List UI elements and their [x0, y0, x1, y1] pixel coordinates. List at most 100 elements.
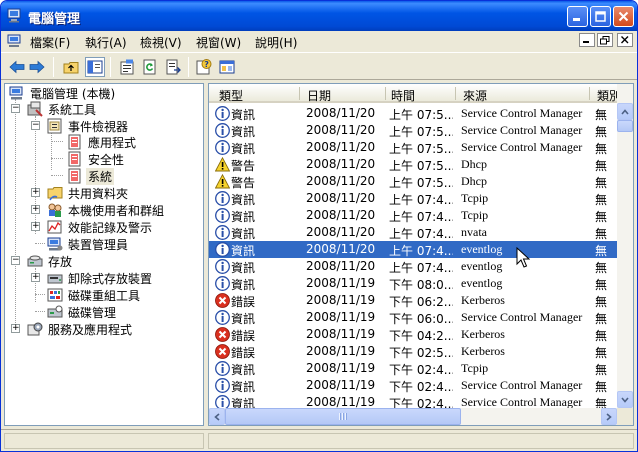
column-header-date[interactable]: 日期	[307, 87, 331, 104]
tree-label: 本機使用者和群組	[68, 203, 165, 218]
tree-item-shared-folders[interactable]: 共用資料夾	[47, 185, 130, 201]
tree-item-removable-storage[interactable]: 卸除式存放裝置	[47, 270, 154, 286]
table-row[interactable]: 資訊 2008/11/20 上午 07:4... nvata 無	[209, 224, 617, 241]
table-row[interactable]: 資訊 2008/11/20 上午 07:4... Tcpip 無	[209, 207, 617, 224]
event-date: 2008/11/19	[306, 293, 376, 307]
horizontal-scrollbar[interactable]	[209, 408, 617, 425]
expand-toggle[interactable]: +	[31, 188, 40, 197]
menu-file[interactable]: 檔案(F)	[30, 34, 70, 51]
column-header-source[interactable]: 來源	[463, 87, 487, 104]
tree-item-performance-logs-alerts[interactable]: 效能記錄及警示	[47, 219, 154, 235]
menu-window[interactable]: 視窗(W)	[196, 34, 241, 51]
computer-management-small-icon[interactable]	[7, 34, 23, 48]
tree-label: 事件檢視器	[68, 119, 129, 134]
table-row[interactable]: 資訊 2008/11/19 下午 02:4... Service Control Ma…	[209, 377, 617, 394]
collapse-toggle[interactable]: −	[11, 104, 20, 113]
column-divider[interactable]	[385, 87, 386, 100]
scroll-up-button[interactable]	[617, 103, 633, 120]
column-divider[interactable]	[299, 87, 300, 100]
maximize-button[interactable]	[590, 6, 611, 27]
table-row[interactable]: 資訊 2008/11/19 下午 06:0... Service Control Ma…	[209, 309, 617, 326]
minimize-button[interactable]	[567, 6, 588, 27]
column-divider[interactable]	[455, 87, 456, 100]
console-tree[interactable]: 電腦管理 (本機) − 系統工具 − 事件檢視器 應用程式 安全性 系統 + 共…	[4, 83, 204, 426]
tree-item-security-log[interactable]: 安全性	[67, 151, 126, 167]
expand-toggle[interactable]: +	[31, 222, 40, 231]
menu-view[interactable]: 檢視(V)	[140, 34, 182, 51]
tree-item-disk-management[interactable]: 磁碟管理	[47, 304, 118, 320]
tree-label: 裝置管理員	[68, 237, 129, 252]
child-restore-button[interactable]	[597, 33, 613, 47]
tree-item-application-log[interactable]: 應用程式	[67, 134, 138, 150]
back-button[interactable]	[7, 57, 27, 77]
scroll-right-button[interactable]	[601, 408, 617, 425]
event-source: Kerberos	[461, 327, 505, 341]
tree-item-storage[interactable]: 存放	[27, 253, 74, 269]
event-time: 下午 06:2...	[389, 295, 453, 309]
tree-label: 共用資料夾	[68, 186, 129, 201]
table-row[interactable]: 警告 2008/11/20 上午 07:5... Dhcp 無	[209, 173, 617, 190]
child-minimize-button[interactable]	[579, 33, 595, 47]
collapse-toggle[interactable]: −	[11, 256, 20, 265]
table-row[interactable]: 資訊 2008/11/20 上午 07:5... Service Control Ma…	[209, 139, 617, 156]
event-source: Service Control Manager	[461, 378, 583, 392]
table-row[interactable]: 資訊 2008/11/20 上午 07:4... eventlog 無	[209, 241, 617, 258]
info-icon	[215, 242, 230, 257]
table-row[interactable]: 資訊 2008/11/20 上午 07:5... Service Control Ma…	[209, 122, 617, 139]
tree-label: 效能記錄及警示	[68, 220, 153, 235]
tree-item-system-tools[interactable]: 系統工具	[27, 101, 98, 117]
table-row[interactable]: 錯誤 2008/11/19 下午 02:5... Kerberos 無	[209, 343, 617, 360]
collapse-toggle[interactable]: −	[31, 121, 40, 130]
forward-button[interactable]	[27, 57, 47, 77]
table-row[interactable]: 資訊 2008/11/19 下午 02:4... Tcpip 無	[209, 360, 617, 377]
table-row[interactable]: 警告 2008/11/20 上午 07:5... Dhcp 無	[209, 156, 617, 173]
tree-item-system-log[interactable]: 系統	[67, 167, 115, 185]
toolbar-separator	[188, 57, 189, 77]
close-icon	[621, 36, 629, 44]
table-row[interactable]: 錯誤 2008/11/19 下午 06:2... Kerberos 無	[209, 292, 617, 309]
event-date: 2008/11/19	[306, 361, 376, 375]
event-source: eventlog	[461, 276, 503, 290]
expand-toggle[interactable]: +	[31, 273, 40, 282]
table-row[interactable]: 資訊 2008/11/20 上午 07:4... Tcpip 無	[209, 190, 617, 207]
menu-help[interactable]: 說明(H)	[255, 34, 297, 51]
column-header-time[interactable]: 時間	[391, 87, 415, 104]
info-icon	[215, 106, 230, 121]
table-row[interactable]: 資訊 2008/11/20 上午 07:4... eventlog 無	[209, 258, 617, 275]
up-one-level-button[interactable]	[61, 57, 81, 77]
event-type: 資訊	[231, 108, 256, 122]
tree-item-services-applications[interactable]: 服務及應用程式	[27, 321, 134, 337]
expand-toggle[interactable]: +	[11, 324, 20, 333]
refresh-button[interactable]	[140, 57, 160, 77]
event-list-view[interactable]: 類型 日期 時間 來源 類別 資訊 2008/11/20 上午 07:5... Ser…	[208, 83, 634, 426]
expand-toggle[interactable]: +	[31, 205, 40, 214]
export-list-icon	[166, 59, 181, 75]
tree-item-disk-defragmenter[interactable]: 磁碟重組工具	[47, 287, 142, 303]
show-hide-action-pane-button[interactable]	[217, 57, 237, 77]
tree-item-device-manager[interactable]: 裝置管理員	[47, 236, 130, 252]
table-row[interactable]: 資訊 2008/11/19 下午 08:0... eventlog 無	[209, 275, 617, 292]
tree-item-event-viewer[interactable]: 事件檢視器	[47, 118, 130, 134]
scroll-left-button[interactable]	[209, 408, 225, 425]
vertical-scrollbar[interactable]	[617, 84, 633, 408]
tree-item-local-users-groups[interactable]: 本機使用者和群組	[47, 202, 166, 218]
title-bar[interactable]: 電腦管理	[1, 1, 637, 31]
horizontal-scroll-thumb[interactable]	[225, 408, 461, 425]
table-row[interactable]: 資訊 2008/11/20 上午 07:5... Service Control Ma…	[209, 105, 617, 122]
event-time: 上午 07:4...	[389, 193, 453, 207]
tree-root[interactable]: 電腦管理 (本機)	[9, 85, 117, 101]
show-hide-console-tree-button[interactable]	[85, 57, 105, 77]
close-button[interactable]	[613, 6, 634, 27]
column-divider[interactable]	[589, 87, 590, 100]
export-list-button[interactable]	[163, 57, 183, 77]
vertical-scroll-thumb[interactable]	[617, 120, 633, 132]
table-row[interactable]: 錯誤 2008/11/19 下午 04:2... Kerberos 無	[209, 326, 617, 343]
disk-management-icon	[47, 305, 63, 318]
menu-action[interactable]: 執行(A)	[85, 34, 127, 51]
event-category: 無	[595, 278, 608, 292]
help-button[interactable]: ?	[194, 57, 214, 77]
column-header-type[interactable]: 類型	[219, 87, 243, 104]
properties-button[interactable]	[117, 57, 137, 77]
scroll-down-button[interactable]	[617, 391, 633, 408]
child-close-button[interactable]	[617, 33, 633, 47]
